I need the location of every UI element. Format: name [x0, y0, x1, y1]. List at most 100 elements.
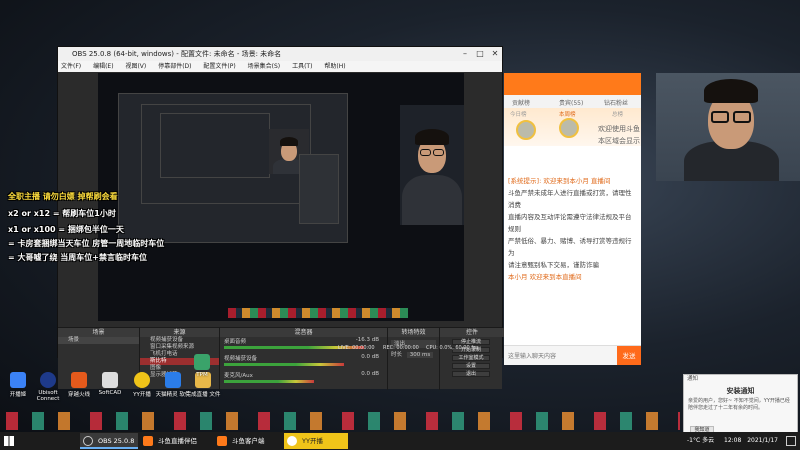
menu-tools[interactable]: 工具(T): [292, 63, 312, 70]
weather-text: -1°C 多云: [687, 437, 715, 444]
windows-start-icon[interactable]: [4, 436, 14, 446]
chat-message: [系统提示]: 欢迎来到本小月 直播间: [508, 177, 611, 185]
douyu-chat-panel[interactable]: 贡献榜 贵宾(55) 钻石粉丝 今日榜 本周榜 总榜 欢迎使用斗鱼 本区域会显示…: [504, 73, 641, 365]
transitions-header: 转场特效: [388, 328, 439, 337]
minimize-icon[interactable]: –: [458, 47, 472, 61]
preview-webcam: [400, 105, 464, 225]
avatar[interactable]: [559, 118, 579, 138]
notification-app: 通知: [687, 376, 699, 382]
notification-center-icon[interactable]: [786, 436, 796, 446]
tab-vip[interactable]: 贵宾(55): [559, 98, 583, 107]
desktop-icon-label: SoftCAD: [98, 390, 122, 396]
menu-view[interactable]: 视图(V): [125, 63, 146, 70]
settings-button[interactable]: 设置: [452, 363, 490, 369]
scene-item[interactable]: 场景: [58, 337, 139, 344]
send-button[interactable]: 发送: [617, 346, 641, 365]
menu-file[interactable]: 文件(F): [61, 63, 81, 70]
source-item[interactable]: 视频捕获设备: [140, 337, 219, 344]
menu-edit[interactable]: 编辑(E): [93, 63, 113, 70]
obs-preview[interactable]: [98, 73, 464, 321]
avatar[interactable]: [516, 120, 536, 140]
desktop-icon-label: TPM: [196, 372, 208, 378]
nested-chat: [299, 154, 339, 224]
taskbar-item-douyu-client[interactable]: 斗鱼客户端: [214, 433, 280, 449]
rank-tab-week[interactable]: 本周榜: [559, 110, 576, 118]
danmaku-line: = 大哥嘘了绕 当周车位+禁言临时车位: [8, 253, 147, 262]
danmaku-line: = 卡房套捆绑当天车位 房管一周地临时车位: [8, 239, 165, 248]
nested-capture-3: [160, 113, 270, 178]
menu-scene-collection[interactable]: 场景集合(S): [248, 63, 281, 70]
mixer-dock: 混音器 桌面音频 -16.3 dB 视频捕获设备 0.0 dB 麦克风/Aux …: [220, 328, 388, 390]
desktop-icon[interactable]: SoftCAD: [92, 372, 128, 396]
taskbar-item-label: OBS 25.0.8 (64-...: [98, 437, 135, 445]
desktop-icon[interactable]: TPM: [187, 354, 217, 378]
taskbar-item-obs[interactable]: OBS 25.0.8 (64-...: [80, 433, 138, 449]
danmaku-line: x2 or x12 = 帮刷车位1小时: [8, 209, 116, 218]
cpu-status: CPU: 0.0%, 60.00 fps: [426, 345, 479, 351]
obs-menu-bar: 文件(F) 编辑(E) 视图(V) 停靠部件(D) 配置文件(P) 场景集合(S…: [58, 61, 502, 72]
taskbar-item-douyu-companion[interactable]: 斗鱼直播伴侣: [140, 433, 200, 449]
taskbar-item-yy[interactable]: YY开播: [284, 433, 348, 449]
obs-icon: [83, 436, 93, 446]
chat-message: 直播内容及互动评论需遵守法律法规及平台规则: [508, 213, 632, 233]
tab-diamond-fans[interactable]: 钻石粉丝: [604, 98, 628, 107]
chat-messages: [系统提示]: 欢迎来到本小月 直播间 斗鱼严禁未成年人进行直播或打赏，请理性消…: [504, 173, 641, 343]
taskbar-item-label: 斗鱼直播伴侣: [158, 437, 197, 445]
volume-meter: [224, 363, 344, 366]
tab-contribution[interactable]: 贡献榜: [512, 98, 530, 107]
chat-input-area: 发送: [504, 345, 641, 365]
notification-title: 安装通知: [726, 387, 755, 395]
obs-window[interactable]: OBS 25.0.8 (64-bit, windows) - 配置文件: 未命名…: [57, 46, 504, 390]
app-icon: [165, 372, 181, 388]
app-icon: [102, 372, 118, 388]
chat-message: 斗鱼严禁未成年人进行直播或打赏，请理性消费: [508, 189, 632, 209]
sources-header: 来源: [140, 328, 219, 337]
system-tray[interactable]: -1°C 多云 12:08 2021/1/17: [687, 433, 778, 449]
douyu-icon: [217, 436, 227, 446]
chat-message: 本小月 欢迎来到本直播间: [508, 273, 582, 281]
rank-tab-total[interactable]: 总榜: [612, 110, 623, 118]
chat-tabs: 贡献榜 贵宾(55) 钻石粉丝: [504, 95, 641, 108]
app-icon: [194, 354, 210, 370]
controls-dock: 控件 停止推流 开始录制 工作室模式 设置 退出: [440, 328, 504, 390]
region-text: 本区域会显示: [598, 137, 640, 145]
volume-meter: [224, 380, 314, 383]
desktop-icon-label: 完成直播 文件: [185, 392, 221, 398]
mixer-channel-level: 0.0 dB: [361, 371, 379, 377]
mixer-header: 混音器: [220, 328, 387, 337]
obs-title-text: OBS 25.0.8 (64-bit, windows) - 配置文件: 未命名…: [72, 50, 282, 58]
close-icon[interactable]: ✕: [488, 47, 502, 61]
rank-area: 今日榜 本周榜 总榜 欢迎使用斗鱼 本区域会显示: [504, 108, 641, 146]
app-icon: [10, 372, 26, 388]
live-status: LIVE: 00:00:00: [338, 345, 375, 351]
mixer-channel-level: -16.3 dB: [355, 337, 379, 343]
obs-title-bar[interactable]: OBS 25.0.8 (64-bit, windows) - 配置文件: 未命名…: [58, 47, 502, 61]
app-icon: [134, 372, 150, 388]
chat-message: 严禁低俗、暴力、赌博、诱导打赏等违规行为: [508, 237, 632, 257]
mixer-channel-name: 麦克风/Aux: [224, 373, 253, 379]
webcam-overlay: [656, 73, 800, 181]
taskbar: OBS 25.0.8 (64-... 斗鱼直播伴侣 斗鱼客户端 YY开播 -1°…: [0, 432, 800, 450]
menu-docks[interactable]: 停靠部件(D): [158, 63, 191, 70]
scenes-header: 场景: [58, 328, 139, 337]
danmaku-line: x1 or x100 = 捆绑包半位一天: [8, 225, 124, 234]
danmaku-line: 全职主播 请勿白嫖 掉帮刷会看: [8, 192, 118, 201]
chat-header: [504, 73, 641, 95]
nested-capture-1: [118, 93, 348, 243]
rank-tab-today[interactable]: 今日榜: [510, 110, 527, 118]
menu-help[interactable]: 帮助(H): [324, 63, 345, 70]
chat-input[interactable]: [508, 351, 608, 361]
quick-launch-icons[interactable]: [0, 412, 680, 430]
yy-icon: [287, 436, 297, 446]
transitions-dock: 转场特效 淡出 时长 300 ms: [388, 328, 440, 390]
obs-status-bar: LIVE: 00:00:00 REC: 00:00:00 CPU: 0.0%, …: [58, 345, 502, 357]
app-icon: [71, 372, 87, 388]
menu-profile[interactable]: 配置文件(P): [203, 63, 235, 70]
clock-time: 12:08: [724, 437, 742, 444]
welcome-text: 欢迎使用斗鱼: [598, 125, 640, 133]
exit-button[interactable]: 退出: [452, 371, 490, 377]
notification-toast[interactable]: 通知 安装通知 亲爱的用户，您好~ 不知不觉间，YY开播已经陪伴您走过了十二年有…: [683, 374, 798, 438]
clock-date: 2021/1/17: [747, 437, 778, 444]
mixer-channel: 麦克风/Aux 0.0 dB: [220, 371, 387, 388]
maximize-icon[interactable]: □: [473, 47, 487, 61]
